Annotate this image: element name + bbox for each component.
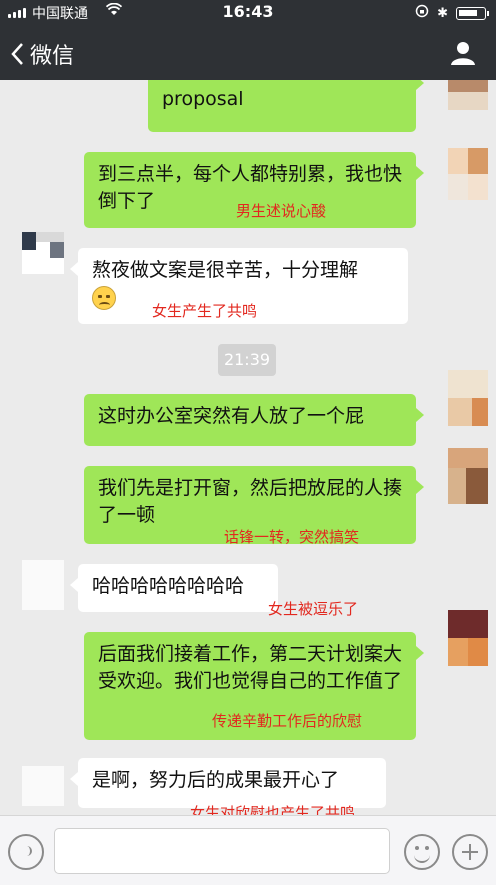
message-text: 熬夜做文案是很辛苦，十分理解 [92, 259, 359, 281]
chevron-left-icon [11, 43, 23, 65]
chat-timestamp: 21:39 [218, 344, 276, 376]
message-text: 我们先是打开窗，然后把放屁的人揍了一顿 [98, 477, 403, 526]
bluetooth-icon: ✱ [437, 5, 448, 21]
annotation: 女生被逗乐了 [268, 600, 359, 618]
message-bubble-received[interactable]: 哈哈哈哈哈哈哈哈 [70, 564, 278, 612]
avatar-contact[interactable] [22, 560, 64, 610]
tired-face-emoji-icon [92, 285, 116, 310]
plus-icon[interactable] [452, 834, 488, 870]
status-right: ✱ [415, 4, 489, 22]
avatar-self[interactable] [448, 148, 488, 200]
annotation: 女生对欣慰也产生了共鸣 [190, 804, 356, 815]
message-text: 这时办公室突然有人放了一个屁 [98, 405, 365, 427]
orientation-lock-icon [415, 4, 429, 22]
voice-icon[interactable] [8, 834, 44, 870]
back-button[interactable]: 微信 [10, 38, 74, 70]
message-bubble-received[interactable]: 是啊，努力后的成果最开心了 [70, 758, 386, 808]
status-bar: 中国联通 16:43 ✱ [0, 0, 496, 24]
message-input[interactable] [54, 828, 390, 874]
annotation: 话锋一转，突然搞笑 [224, 528, 360, 546]
message-text: 哈哈哈哈哈哈哈哈 [92, 575, 245, 597]
avatar-self[interactable] [448, 448, 488, 504]
annotation: 女生产生了共鸣 [152, 302, 258, 320]
input-bar [0, 815, 496, 885]
message-bubble-sent[interactable]: proposal [148, 80, 424, 132]
chat-area[interactable]: proposal 到三点半，每个人都特别累，我也快倒下了 男生述说心酸 熬夜做文… [0, 80, 496, 815]
person-icon[interactable] [450, 40, 476, 66]
message-text: 是啊，努力后的成果最开心了 [92, 769, 340, 791]
message-text: 后面我们接着工作，第二天计划案大受欢迎。我们也觉得自己的工作值了 [98, 643, 403, 692]
avatar-contact[interactable] [22, 232, 64, 274]
battery-icon [456, 6, 489, 20]
avatar-self[interactable] [448, 610, 488, 666]
message-bubble-sent[interactable]: 这时办公室突然有人放了一个屁 [84, 394, 424, 446]
nav-bar: 微信 [0, 28, 496, 80]
back-label: 微信 [30, 44, 75, 69]
avatar-self[interactable] [448, 80, 488, 110]
avatar-contact[interactable] [22, 766, 64, 806]
top-bar: 中国联通 16:43 ✱ 微信 [0, 0, 496, 80]
annotation: 男生述说心酸 [236, 202, 327, 220]
emoji-icon[interactable] [404, 834, 440, 870]
message-text: proposal [162, 88, 244, 110]
annotation: 传递辛勤工作后的欣慰 [212, 712, 363, 730]
avatar-self[interactable] [448, 370, 488, 426]
